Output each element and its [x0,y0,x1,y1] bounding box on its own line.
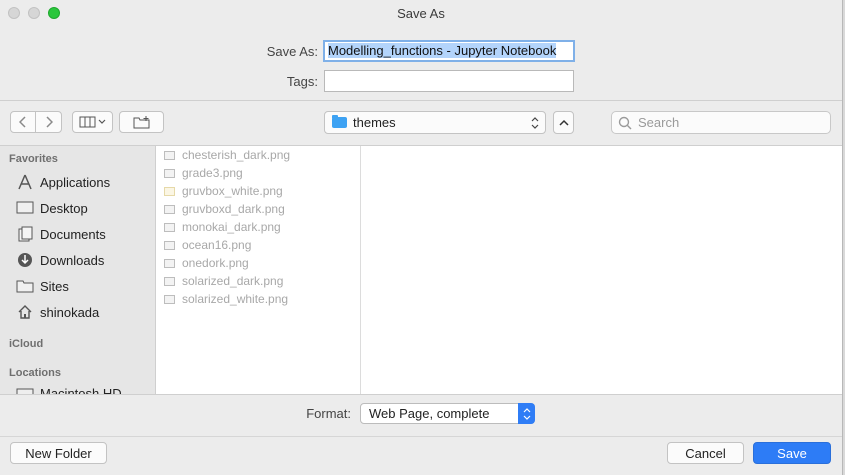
downloads-icon [16,252,34,268]
new-folder-toolbar-button[interactable] [119,111,164,133]
sidebar-item-label: Macintosh HD [40,385,122,395]
image-file-icon [164,294,175,304]
image-file-icon [164,240,175,250]
image-file-icon [164,258,175,268]
location-dropdown[interactable]: themes [324,111,546,134]
locations-heading: Locations [9,367,61,379]
sidebar-item-label: Documents [40,226,106,242]
save-as-label: Save As: [266,44,318,59]
save-as-value: Modelling_functions - Jupyter Notebook [328,43,557,58]
folder-icon [332,115,347,128]
location-label: themes [353,115,396,130]
file-list: chesterish_dark.png grade3.png gruvbox_w… [156,146,361,394]
sidebar-item-macintosh-hd[interactable]: Macintosh HD [16,385,122,394]
sidebar-item-applications[interactable]: Applications [16,174,110,190]
cancel-button[interactable]: Cancel [667,442,744,464]
divider [0,100,842,101]
updown-arrow-icon [518,403,535,424]
sidebar-item-shinokada[interactable]: shinokada [16,304,99,320]
preview-column [361,146,842,394]
back-button[interactable] [10,111,36,133]
file-item[interactable]: grade3.png [164,166,243,180]
file-item[interactable]: monokai_dark.png [164,220,281,234]
save-button[interactable]: Save [753,442,831,464]
window-title: Save As [397,6,445,21]
documents-icon [16,226,34,242]
file-item[interactable]: solarized_white.png [164,292,288,306]
sidebar-item-desktop[interactable]: Desktop [16,200,88,216]
divider [0,436,842,437]
image-file-icon [164,168,175,178]
title-bar: Save As [0,0,842,28]
new-folder-button[interactable]: New Folder [10,442,107,464]
file-name: gruvbox_white.png [182,184,283,198]
search-icon [618,116,632,129]
sidebar-item-downloads[interactable]: Downloads [16,252,104,268]
file-item[interactable]: gruvboxd_dark.png [164,202,285,216]
format-dropdown[interactable]: Web Page, complete [360,403,535,424]
file-name: grade3.png [182,166,243,180]
sidebar: Favorites Applications Desktop Documents… [0,146,156,394]
save-as-dialog: Save As Save As: Modelling_functions - J… [0,0,843,475]
image-file-icon [164,186,175,196]
file-item[interactable]: ocean16.png [164,238,251,252]
sidebar-item-label: Desktop [40,200,88,216]
file-name: solarized_dark.png [182,274,284,288]
tags-label: Tags: [286,74,318,89]
view-mode-button[interactable] [72,111,113,133]
file-name: onedork.png [182,256,249,270]
columns-view-icon [79,116,105,128]
format-label: Format: [306,406,351,421]
sidebar-item-label: Downloads [40,252,105,268]
file-name: gruvboxd_dark.png [182,202,285,216]
file-name: solarized_white.png [182,292,289,306]
chevron-left-icon [19,116,26,128]
file-name: ocean16.png [182,238,252,252]
sidebar-item-label: Sites [40,278,69,294]
file-name: chesterish_dark.png [182,148,291,162]
tags-input[interactable] [324,70,574,92]
image-file-icon [164,222,175,232]
favorites-heading: Favorites [9,153,58,165]
sidebar-item-label: shinokada [40,304,100,320]
chevron-right-icon [45,116,53,128]
file-item[interactable]: gruvbox_white.png [164,184,283,198]
save-as-input[interactable]: Modelling_functions - Jupyter Notebook [323,40,575,62]
chevron-up-icon [558,119,569,126]
collapse-button[interactable] [553,111,574,134]
sidebar-item-sites[interactable]: Sites [16,278,69,294]
search-placeholder: Search [638,115,680,130]
format-value: Web Page, complete [369,406,490,421]
search-field[interactable]: Search [611,111,831,134]
file-name: monokai_dark.png [182,220,281,234]
new-folder-icon [133,115,149,128]
hard-drive-icon [16,385,34,394]
updown-arrow-icon [531,117,539,129]
image-file-icon [164,276,175,286]
image-file-icon [164,204,175,214]
icloud-heading: iCloud [9,338,44,350]
image-file-icon [164,150,175,160]
applications-icon [16,174,34,190]
sidebar-item-label: Applications [40,174,111,190]
folder-icon [16,278,34,294]
home-icon [16,304,34,320]
desktop-icon [16,200,34,216]
file-item[interactable]: chesterish_dark.png [164,148,290,162]
file-item[interactable]: onedork.png [164,256,249,270]
sidebar-item-documents[interactable]: Documents [16,226,106,242]
forward-button[interactable] [35,111,62,133]
file-item[interactable]: solarized_dark.png [164,274,283,288]
